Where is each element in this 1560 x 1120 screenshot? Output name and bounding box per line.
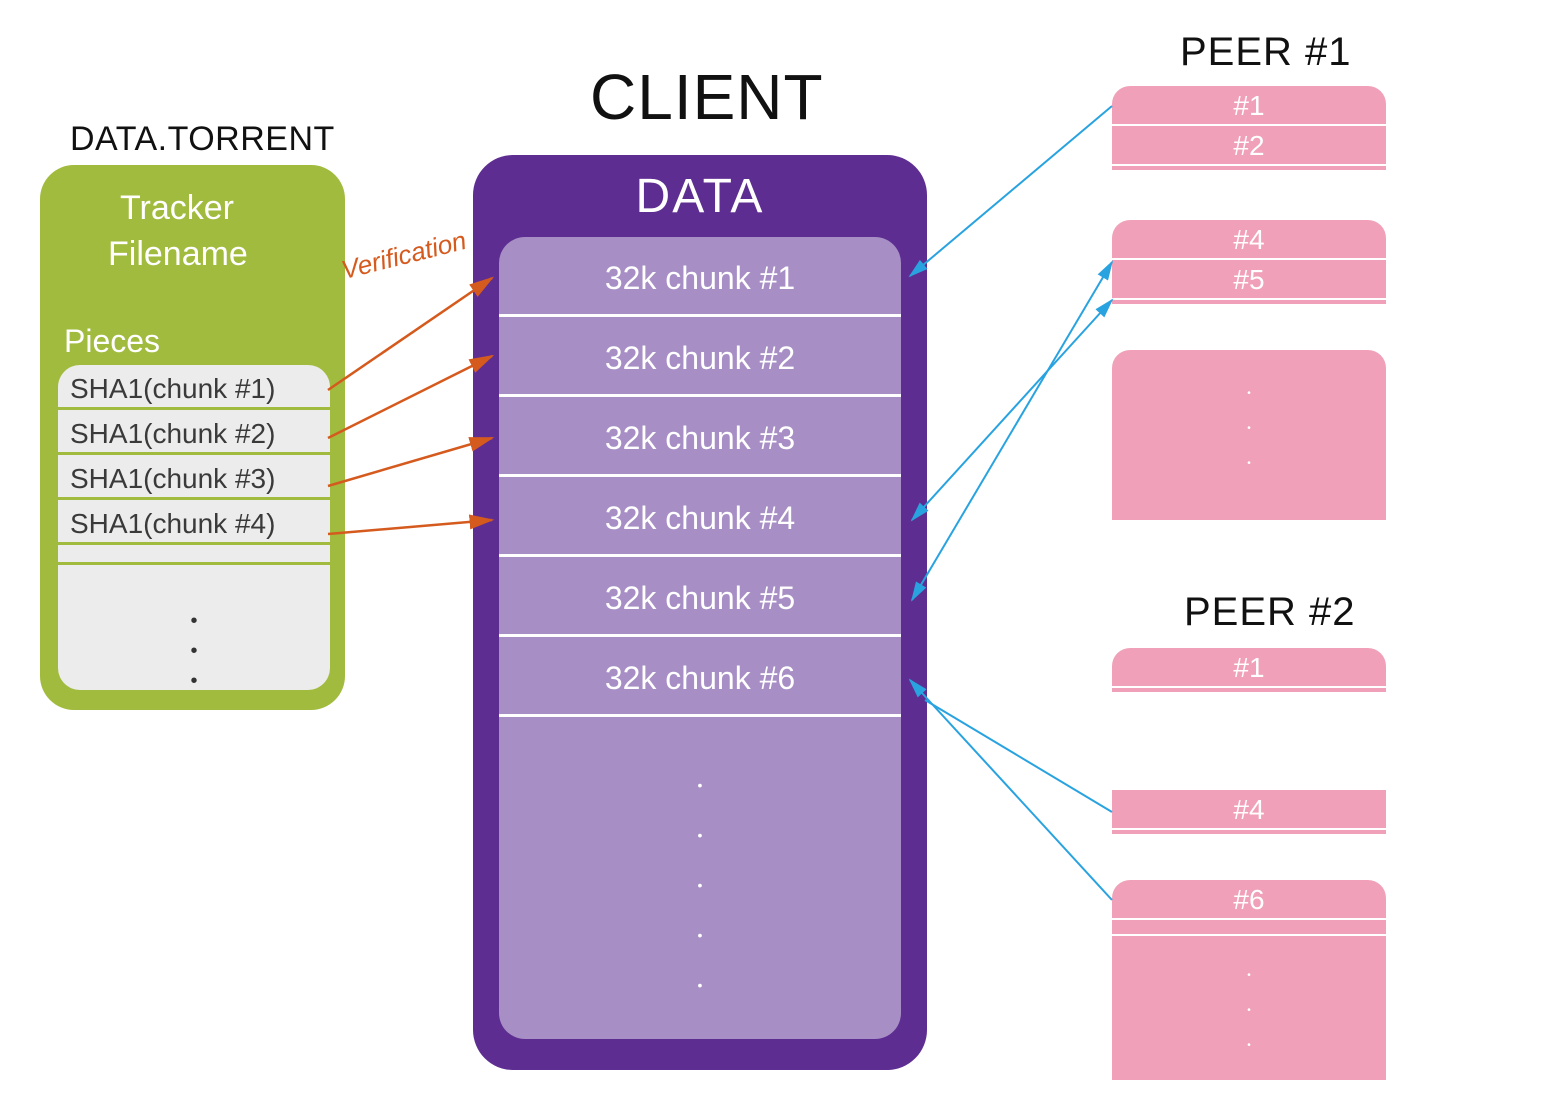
peer-row: #6 xyxy=(1112,880,1386,920)
verification-label: Verification xyxy=(338,225,469,286)
ellipsis-icon: ••• xyxy=(1112,936,1386,1051)
chunk-row: 32k chunk #2 xyxy=(499,317,901,397)
client-box: DATA 32k chunk #1 32k chunk #2 32k chunk… xyxy=(473,155,927,1070)
transfer-line xyxy=(925,700,1112,812)
torrent-title: DATA.TORRENT xyxy=(70,120,335,159)
peer-row: #4 xyxy=(1112,220,1386,260)
sha-row: SHA1(chunk #2) xyxy=(58,410,330,455)
transfer-arrow xyxy=(910,680,1112,900)
peer2-block2: #4 xyxy=(1112,790,1386,834)
chunk-row: 32k chunk #1 xyxy=(499,237,901,317)
ellipsis-icon: ••• xyxy=(58,565,330,685)
client-title: CLIENT xyxy=(590,60,824,134)
transfer-arrow xyxy=(910,106,1112,276)
verify-arrow-2 xyxy=(328,356,492,438)
peer-row: #4 xyxy=(1112,790,1386,830)
data-title: DATA xyxy=(473,169,927,224)
transfer-arrow xyxy=(912,300,1112,520)
verify-arrow-4 xyxy=(328,520,492,534)
sha-row-empty xyxy=(58,545,330,565)
peer-row: #1 xyxy=(1112,648,1386,688)
peer1-title: PEER #1 xyxy=(1180,30,1352,75)
peer-row: #5 xyxy=(1112,260,1386,300)
ellipsis-icon: ••••• xyxy=(499,717,901,993)
peer1-ellipsis: ••• xyxy=(1112,350,1386,520)
verify-arrow-3 xyxy=(328,438,492,486)
verify-arrow-1 xyxy=(328,278,492,390)
filename-label: Filename xyxy=(108,235,248,274)
peer2-block3: #6 ••• xyxy=(1112,880,1386,1080)
peer2-title: PEER #2 xyxy=(1184,590,1356,635)
tracker-label: Tracker xyxy=(120,189,234,228)
peer1-block2: #4 #5 xyxy=(1112,220,1386,304)
peer1-block1: #1 #2 xyxy=(1112,86,1386,170)
transfer-arrow xyxy=(912,262,1112,600)
pieces-title: Pieces xyxy=(64,323,160,360)
chunk-row: 32k chunk #5 xyxy=(499,557,901,637)
peer-row-empty xyxy=(1112,920,1386,936)
chunk-row: 32k chunk #6 xyxy=(499,637,901,717)
pieces-box: SHA1(chunk #1) SHA1(chunk #2) SHA1(chunk… xyxy=(58,365,330,690)
torrent-box: Tracker Filename Pieces SHA1(chunk #1) S… xyxy=(40,165,345,710)
chunk-row: 32k chunk #3 xyxy=(499,397,901,477)
data-box: 32k chunk #1 32k chunk #2 32k chunk #3 3… xyxy=(499,237,901,1039)
peer-row: #1 xyxy=(1112,86,1386,126)
peer2-block1: #1 xyxy=(1112,648,1386,692)
sha-row: SHA1(chunk #1) xyxy=(58,365,330,410)
peer-row: #2 xyxy=(1112,126,1386,166)
sha-row: SHA1(chunk #3) xyxy=(58,455,330,500)
sha-row: SHA1(chunk #4) xyxy=(58,500,330,545)
chunk-row: 32k chunk #4 xyxy=(499,477,901,557)
